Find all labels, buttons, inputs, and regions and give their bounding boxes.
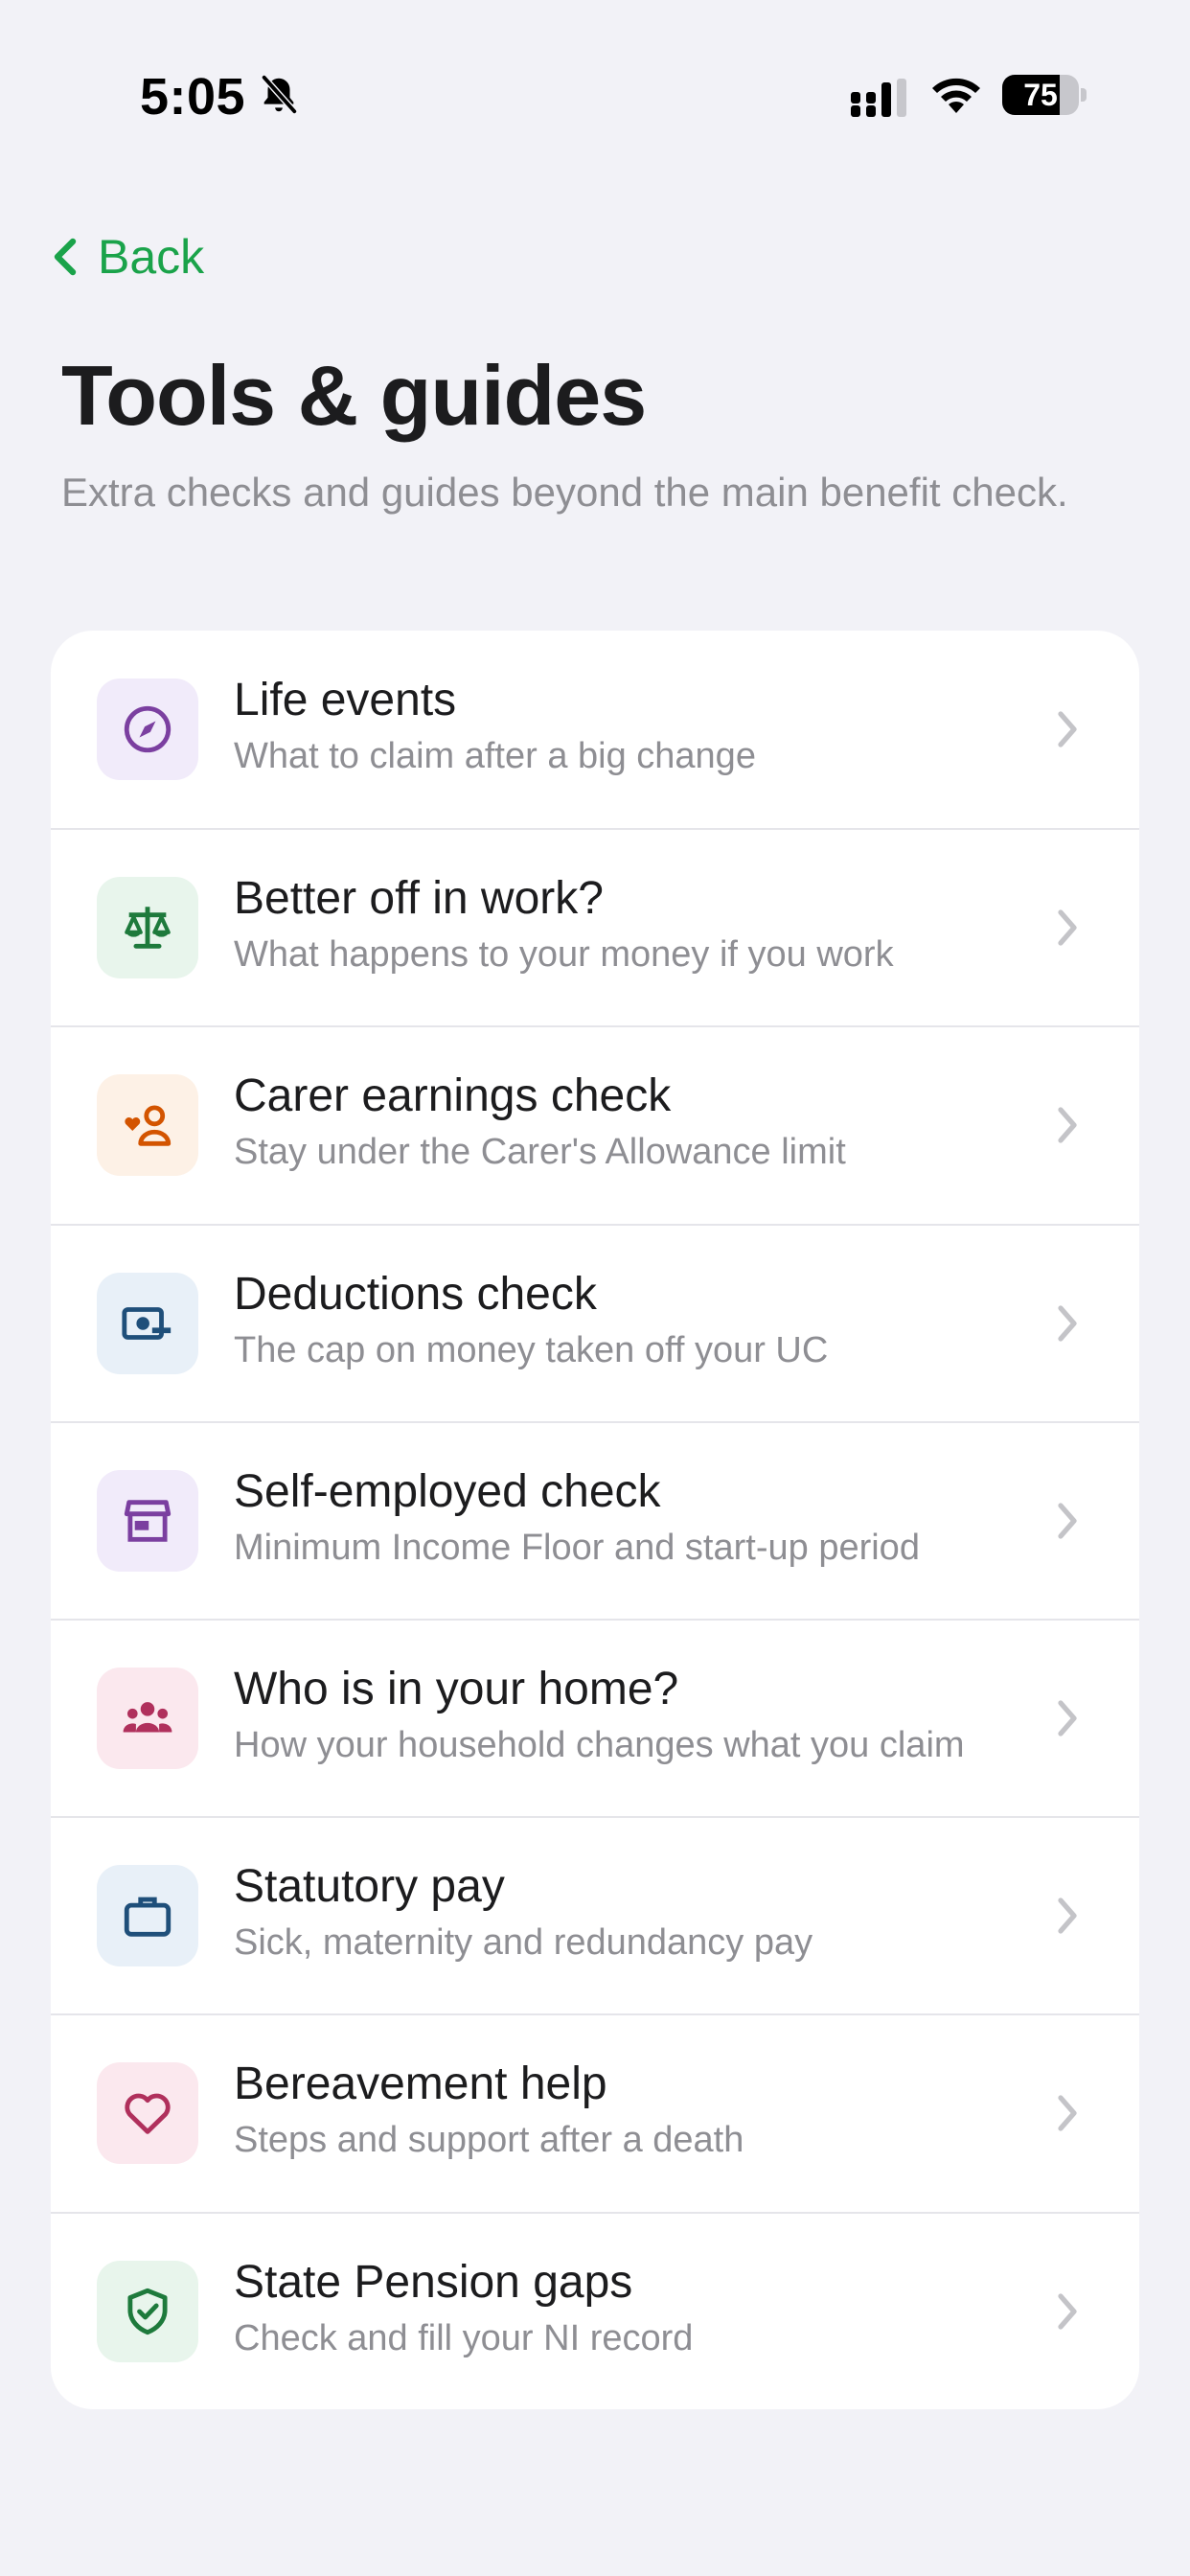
chevron-right-icon (1058, 909, 1077, 946)
bell-slash-icon (261, 74, 298, 115)
tool-subtitle: What to claim after a big change (234, 736, 756, 777)
tool-subtitle: The cap on money taken off your UC (234, 1329, 829, 1370)
icon-tile (97, 1668, 198, 1770)
icon-tile (97, 1469, 198, 1572)
row-text: Self-employed check Minimum Income Floor… (234, 1463, 920, 1575)
row-text: Life events What to claim after a big ch… (234, 672, 756, 783)
icon-tile (97, 2260, 198, 2362)
tool-title: Bereavement help (234, 2058, 607, 2110)
row-text: Deductions check The cap on money taken … (234, 1266, 828, 1377)
briefcase-icon (124, 1897, 172, 1937)
tool-subtitle: Steps and support after a death (234, 2120, 744, 2161)
status-bar: 5:05 75 (0, 0, 1190, 192)
tool-title: Better off in work? (234, 873, 604, 925)
chevron-right-icon (1058, 2292, 1077, 2330)
shield-check-icon (127, 2288, 168, 2334)
battery-icon: 75 (1002, 75, 1079, 115)
row-text: Better off in work? What happens to your… (234, 870, 894, 981)
icon-tile (97, 678, 198, 781)
cellular-signal-icon (851, 79, 906, 117)
page-title: Tools & guides (61, 348, 647, 443)
icon-tile (97, 1865, 198, 1967)
row-text: State Pension gaps Check and fill your N… (234, 2254, 693, 2365)
tool-title: Who is in your home? (234, 1664, 679, 1715)
chevron-right-icon (1058, 1503, 1077, 1539)
tool-subtitle: Stay under the Carer's Allowance limit (234, 1132, 846, 1173)
tool-row-self-employed-check[interactable]: Self-employed check Minimum Income Floor… (51, 1420, 1139, 1619)
icon-tile (97, 2062, 198, 2165)
icon-tile (97, 1074, 198, 1177)
household-icon (123, 1702, 172, 1733)
tool-title: Life events (234, 675, 457, 726)
icon-tile (97, 1272, 198, 1374)
storefront-icon (124, 1500, 172, 1542)
tool-subtitle: Minimum Income Floor and start-up period (234, 1527, 920, 1568)
row-text: Carer earnings check Stay under the Care… (234, 1068, 846, 1179)
heart-icon (125, 2094, 171, 2135)
icon-tile (97, 877, 198, 979)
tool-row-state-pension-gaps[interactable]: State Pension gaps Check and fill your N… (51, 2211, 1139, 2409)
chevron-right-icon (1058, 1898, 1077, 1934)
tool-row-bereavement-help[interactable]: Bereavement help Steps and support after… (51, 2013, 1139, 2211)
tool-title: Deductions check (234, 1268, 597, 1320)
row-text: Who is in your home? How your household … (234, 1661, 965, 1772)
tool-row-who-is-in-your-home[interactable]: Who is in your home? How your household … (51, 1618, 1139, 1816)
row-text: Statutory pay Sick, maternity and redund… (234, 1858, 812, 1969)
carer-icon (125, 1105, 172, 1147)
tool-title: State Pension gaps (234, 2256, 633, 2308)
wifi-icon (932, 78, 980, 113)
screen: 5:05 75 Back Tools & guides Extra checks… (0, 0, 1190, 2576)
tool-row-deductions-check[interactable]: Deductions check The cap on money taken … (51, 1223, 1139, 1421)
chevron-left-icon (54, 238, 77, 276)
back-label: Back (98, 230, 205, 284)
page-subtitle: Extra checks and guides beyond the main … (61, 470, 1068, 515)
tool-row-carer-earnings-check[interactable]: Carer earnings check Stay under the Care… (51, 1025, 1139, 1223)
tool-title: Carer earnings check (234, 1070, 672, 1122)
tools-list: Life events What to claim after a big ch… (51, 631, 1139, 2409)
tool-subtitle: What happens to your money if you work (234, 934, 894, 976)
tool-subtitle: How your household changes what you clai… (234, 1725, 965, 1766)
money-minus-icon (122, 1306, 172, 1340)
chevron-right-icon (1058, 1700, 1077, 1736)
tool-subtitle: Check and fill your NI record (234, 2317, 694, 2358)
chevron-right-icon (1058, 1305, 1077, 1342)
tool-row-statutory-pay[interactable]: Statutory pay Sick, maternity and redund… (51, 1816, 1139, 2013)
tool-row-life-events[interactable]: Life events What to claim after a big ch… (51, 631, 1139, 828)
row-text: Bereavement help Steps and support after… (234, 2056, 744, 2167)
tool-title: Statutory pay (234, 1861, 505, 1913)
tool-title: Self-employed check (234, 1465, 661, 1517)
tool-row-better-off-in-work[interactable]: Better off in work? What happens to your… (51, 828, 1139, 1025)
chevron-right-icon (1058, 2095, 1077, 2132)
tool-subtitle: Sick, maternity and redundancy pay (234, 1922, 813, 1964)
scales-icon (125, 907, 171, 950)
chevron-right-icon (1058, 1107, 1077, 1144)
battery-percent: 75 (1023, 78, 1058, 112)
battery-tip (1081, 88, 1087, 102)
compass-icon (124, 705, 172, 753)
chevron-right-icon (1058, 711, 1077, 748)
back-button[interactable]: Back (48, 226, 204, 288)
status-time: 5:05 (140, 68, 246, 126)
